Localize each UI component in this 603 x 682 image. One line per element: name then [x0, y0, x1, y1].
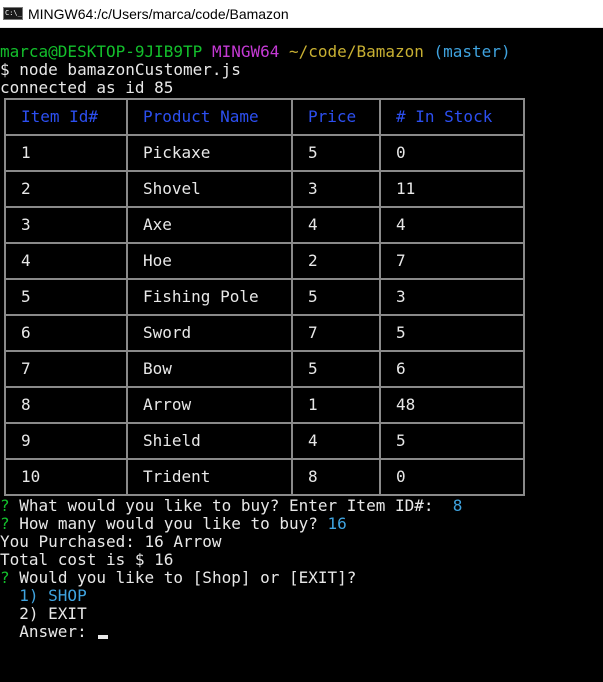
cell-item-id: 3: [4, 206, 128, 244]
answer-quantity: 16: [327, 514, 347, 533]
prompt-user: marca@DESKTOP-9JIB9TP: [0, 42, 203, 61]
table-row: 4 Hoe 2 7: [4, 242, 525, 280]
connected-message: connected as id 85: [0, 78, 174, 97]
table-row: 5 Fishing Pole 5 3: [4, 278, 525, 316]
cell-item-id: 8: [4, 386, 128, 424]
cell-price: 5: [291, 134, 381, 172]
cell-price: 1: [291, 386, 381, 424]
cell-price: 4: [291, 422, 381, 460]
cell-item-id: 9: [4, 422, 128, 460]
question-mark: ?: [0, 568, 10, 587]
question-shop-exit-text: Would you like to [Shop] or [EXIT]?: [19, 568, 357, 587]
header-in-stock: # In Stock: [379, 98, 525, 136]
inventory-table: Item Id# Product Name Price # In Stock 1…: [4, 98, 525, 496]
total-cost-message: Total cost is $ 16: [0, 550, 174, 569]
cell-in-stock: 5: [379, 422, 525, 460]
cell-in-stock: 0: [379, 458, 525, 496]
question-mark: ?: [0, 496, 10, 515]
answer-label: Answer:: [19, 622, 87, 641]
question-item-id-text: What would you like to buy? Enter Item I…: [19, 496, 434, 515]
table-row: 1 Pickaxe 5 0: [4, 134, 525, 172]
cell-price: 4: [291, 206, 381, 244]
header-product-name: Product Name: [126, 98, 293, 136]
table-row: 7 Bow 5 6: [4, 350, 525, 388]
cell-product-name: Pickaxe: [126, 134, 293, 172]
question-quantity-text: How many would you like to buy?: [19, 514, 318, 533]
cell-product-name: Axe: [126, 206, 293, 244]
cell-product-name: Bow: [126, 350, 293, 388]
question-item-id: ? What would you like to buy? Enter Item…: [0, 497, 603, 515]
cell-item-id: 4: [4, 242, 128, 280]
cell-price: 7: [291, 314, 381, 352]
cell-price: 8: [291, 458, 381, 496]
menu-option-shop[interactable]: 1) SHOP: [0, 587, 603, 605]
question-mark: ?: [0, 514, 10, 533]
cell-item-id: 5: [4, 278, 128, 316]
cell-item-id: 7: [4, 350, 128, 388]
header-item-id: Item Id#: [4, 98, 128, 136]
cell-product-name: Arrow: [126, 386, 293, 424]
cell-in-stock: 7: [379, 242, 525, 280]
cell-product-name: Trident: [126, 458, 293, 496]
table-row: 3 Axe 4 4: [4, 206, 525, 244]
question-shop-exit: ? Would you like to [Shop] or [EXIT]?: [0, 569, 603, 587]
shell-prompt-line: marca@DESKTOP-9JIB9TP MINGW64 ~/code/Bam…: [0, 43, 603, 61]
prompt-env: MINGW64: [211, 42, 280, 61]
cell-price: 5: [291, 278, 381, 316]
table-row: 10 Trident 8 0: [4, 458, 525, 496]
title-bar: C:\_ MINGW64:/c/Users/marca/code/Bamazon: [0, 0, 603, 28]
table-row: 6 Sword 7 5: [4, 314, 525, 352]
cell-in-stock: 4: [379, 206, 525, 244]
cell-in-stock: 11: [379, 170, 525, 208]
cell-product-name: Fishing Pole: [126, 278, 293, 316]
answer-item-id: 8: [452, 496, 463, 515]
cell-price: 3: [291, 170, 381, 208]
menu-option-exit[interactable]: 2) EXIT: [0, 605, 603, 623]
cell-item-id: 1: [4, 134, 128, 172]
cell-product-name: Hoe: [126, 242, 293, 280]
table-row: 2 Shovel 3 11: [4, 170, 525, 208]
header-price: Price: [291, 98, 381, 136]
cell-product-name: Shovel: [126, 170, 293, 208]
cell-item-id: 6: [4, 314, 128, 352]
cell-product-name: Shield: [126, 422, 293, 460]
window-title: MINGW64:/c/Users/marca/code/Bamazon: [28, 5, 289, 22]
terminal-output[interactable]: marca@DESKTOP-9JIB9TP MINGW64 ~/code/Bam…: [0, 28, 603, 682]
purchase-message: You Purchased: 16 Arrow: [0, 532, 222, 551]
terminal-app-icon: C:\_: [3, 7, 23, 20]
option-exit-label[interactable]: 2) EXIT: [19, 604, 86, 623]
cell-item-id: 2: [4, 170, 128, 208]
cell-price: 2: [291, 242, 381, 280]
cell-in-stock: 6: [379, 350, 525, 388]
table-row: 8 Arrow 1 48: [4, 386, 525, 424]
cell-price: 5: [291, 350, 381, 388]
table-header-row: Item Id# Product Name Price # In Stock: [4, 98, 525, 136]
answer-input-line[interactable]: Answer:: [0, 623, 603, 641]
prompt-path: ~/code/Bamazon: [289, 42, 424, 61]
cell-in-stock: 5: [379, 314, 525, 352]
cell-in-stock: 3: [379, 278, 525, 316]
cell-in-stock: 0: [379, 134, 525, 172]
prompt-branch: (master): [433, 42, 511, 61]
cell-product-name: Sword: [126, 314, 293, 352]
cell-in-stock: 48: [379, 386, 525, 424]
text-cursor[interactable]: [98, 635, 109, 639]
question-quantity: ? How many would you like to buy? 16: [0, 515, 603, 533]
cell-item-id: 10: [4, 458, 128, 496]
table-row: 9 Shield 4 5: [4, 422, 525, 460]
command-line: $ node bamazonCustomer.js: [0, 60, 241, 79]
option-shop-label[interactable]: 1) SHOP: [19, 586, 86, 605]
